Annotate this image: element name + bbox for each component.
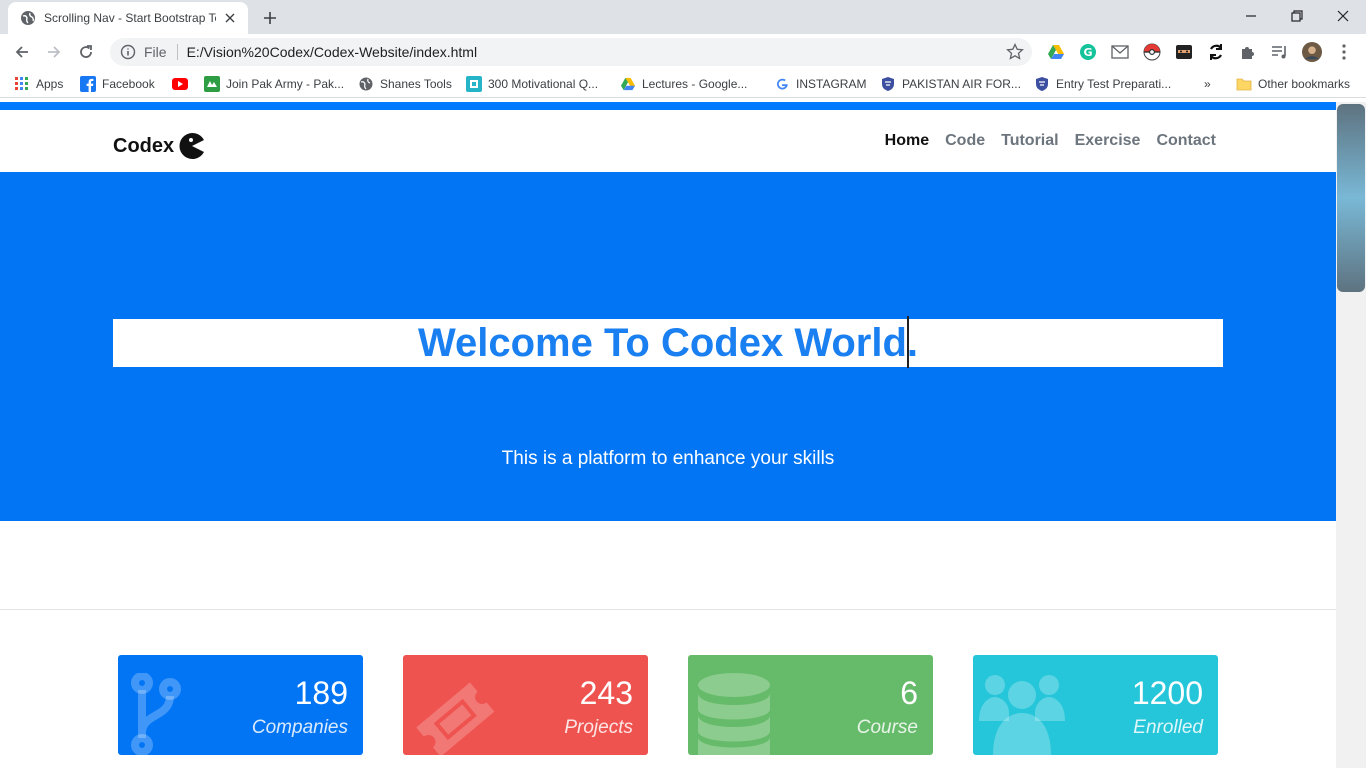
bookmark-entry-test[interactable]: Entry Test Preparati... (1034, 75, 1171, 93)
stat-card-course[interactable]: 6 Course (688, 655, 933, 755)
bookmark-instagram[interactable]: INSTAGRAM (774, 75, 866, 93)
sync-icon[interactable] (1206, 42, 1226, 62)
stat-label: Course (856, 717, 918, 738)
bookmark-youtube[interactable] (172, 75, 194, 93)
globe-icon (20, 10, 36, 26)
pokeball-icon[interactable] (1142, 42, 1162, 62)
site-navbar: Codex Home Code Tutorial Exercise Contac… (0, 110, 1336, 172)
facebook-icon (80, 76, 96, 92)
back-icon[interactable] (8, 38, 36, 66)
reading-list-icon[interactable] (1270, 42, 1290, 62)
scrollbar-thumb[interactable] (1337, 104, 1365, 292)
bookmark-pak-army[interactable]: Join Pak Army - Pak... (204, 75, 344, 93)
bookmark-apps[interactable]: Apps (14, 75, 63, 93)
more-bookmarks-button[interactable]: » (1204, 75, 1211, 93)
stat-value: 6 (900, 675, 918, 711)
nav-contact[interactable]: Contact (1156, 132, 1216, 150)
info-icon[interactable] (120, 44, 136, 60)
stat-label: Projects (564, 717, 633, 738)
stat-value: 189 (294, 675, 348, 711)
bookmarks-bar: Apps Facebook Join Pak Army - Pak... Sha… (0, 70, 1366, 98)
page-viewport: Codex Home Code Tutorial Exercise Contac… (0, 102, 1336, 768)
quote-icon (466, 76, 482, 92)
hero-subtitle: This is a platform to enhance your skill… (501, 448, 835, 469)
stat-value: 243 (579, 675, 633, 711)
svg-text:G: G (1083, 46, 1092, 59)
hero-section: Welcome To Codex World. This is a platfo… (0, 172, 1336, 521)
stat-label: Enrolled (1133, 717, 1203, 738)
bookmark-paf[interactable]: PAKISTAN AIR FOR... (880, 75, 1021, 93)
puzzle-icon[interactable] (1238, 42, 1258, 62)
kebab-menu-icon[interactable] (1334, 42, 1354, 62)
nav-tutorial[interactable]: Tutorial (1001, 132, 1058, 150)
globe-icon (358, 76, 374, 92)
stat-card-companies[interactable]: 189 Companies (118, 655, 363, 755)
forward-icon[interactable] (40, 38, 68, 66)
stat-value: 1200 (1131, 675, 1203, 711)
stat-card-projects[interactable]: 243 Projects (403, 655, 648, 755)
restore-icon[interactable] (1274, 0, 1320, 32)
paf-icon (880, 76, 896, 92)
bookmark-lectures[interactable]: Lectures - Google... (620, 75, 747, 93)
close-icon[interactable] (222, 10, 238, 26)
reload-icon[interactable] (72, 38, 100, 66)
army-icon (204, 76, 220, 92)
browser-tabstrip: Scrolling Nav - Start Bootstrap Te (0, 0, 1366, 34)
nav-home[interactable]: Home (885, 132, 929, 150)
new-tab-button[interactable] (258, 6, 282, 30)
tab-title: Scrolling Nav - Start Bootstrap Te (44, 11, 216, 25)
top-accent-bar (0, 102, 1336, 110)
google-icon (774, 76, 790, 92)
bookmark-facebook[interactable]: Facebook (80, 75, 155, 93)
users-icon (979, 675, 1065, 755)
database-icon (698, 673, 770, 755)
nav-links: Home Code Tutorial Exercise Contact (869, 132, 1216, 150)
brand-link[interactable]: Codex (113, 132, 206, 160)
code-fork-icon (131, 673, 181, 755)
browser-toolbar: File E:/Vision%20Codex/Codex-Website/ind… (0, 34, 1366, 70)
hero-title: Welcome To Codex World. (417, 321, 919, 365)
stat-label: Companies (251, 717, 348, 738)
minimize-icon[interactable] (1228, 0, 1274, 32)
section-divider (0, 609, 1336, 610)
url-separator (176, 44, 178, 60)
ticket-icon (416, 682, 495, 755)
grammarly-icon[interactable]: G (1078, 42, 1098, 62)
nav-exercise[interactable]: Exercise (1075, 132, 1141, 150)
profile-avatar[interactable] (1302, 42, 1322, 62)
browser-tab[interactable]: Scrolling Nav - Start Bootstrap Te (8, 2, 248, 34)
url-scheme: File (144, 44, 167, 60)
pacman-logo-icon (178, 132, 206, 160)
folder-icon (1236, 76, 1252, 92)
brand-name: Codex (113, 134, 175, 157)
star-icon[interactable] (1006, 43, 1024, 61)
paf-icon (1034, 76, 1050, 92)
bookmark-shanes-tools[interactable]: Shanes Tools (358, 75, 452, 93)
bookmark-motivational[interactable]: 300 Motivational Q... (466, 75, 598, 93)
address-bar[interactable]: File E:/Vision%20Codex/Codex-Website/ind… (110, 38, 1032, 66)
stat-card-enrolled[interactable]: 1200 Enrolled (973, 655, 1218, 755)
mail-icon[interactable] (1110, 42, 1130, 62)
url-text[interactable]: E:/Vision%20Codex/Codex-Website/index.ht… (187, 44, 478, 60)
ninja-extension-icon[interactable] (1174, 42, 1194, 62)
window-close-icon[interactable] (1320, 0, 1366, 32)
text-caret (907, 316, 909, 368)
youtube-icon (172, 76, 188, 92)
google-drive-icon[interactable] (1046, 42, 1066, 62)
page-scrollbar[interactable] (1336, 102, 1366, 768)
other-bookmarks[interactable]: Other bookmarks (1236, 75, 1350, 93)
nav-code[interactable]: Code (945, 132, 985, 150)
apps-grid-icon (14, 76, 30, 92)
drive-icon (620, 76, 636, 92)
